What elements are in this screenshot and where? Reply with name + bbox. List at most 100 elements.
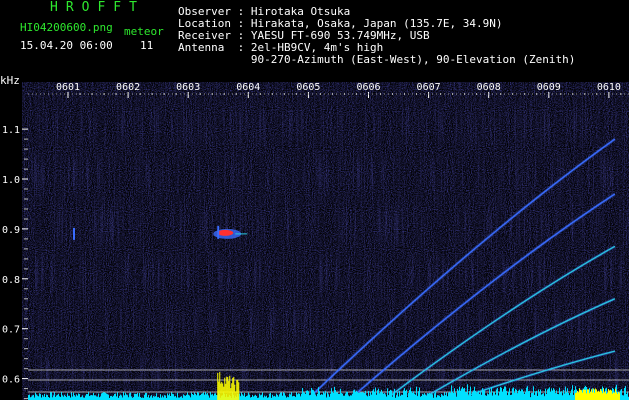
- power-bar: [297, 394, 298, 400]
- power-bar-peak: [612, 393, 613, 400]
- power-bar: [454, 388, 455, 400]
- power-bar: [354, 389, 355, 400]
- power-bar: [94, 395, 95, 400]
- power-bar: [165, 395, 166, 400]
- power-bar: [548, 388, 549, 400]
- power-bar: [78, 393, 79, 400]
- power-bar: [119, 395, 120, 400]
- power-bar: [195, 393, 196, 400]
- power-bar: [574, 390, 575, 400]
- y-axis-label: kHz: [0, 74, 20, 87]
- power-bar: [313, 390, 314, 400]
- power-bar: [525, 391, 526, 400]
- power-bar: [181, 396, 182, 400]
- power-bar: [291, 392, 292, 400]
- power-bar: [480, 391, 481, 400]
- power-bar: [380, 392, 381, 400]
- power-bar: [570, 392, 571, 400]
- power-bar-peak: [600, 389, 601, 400]
- power-bar: [120, 394, 121, 400]
- power-bar: [359, 392, 360, 400]
- power-bar: [389, 390, 390, 400]
- power-bar: [111, 395, 112, 400]
- power-bar: [335, 390, 336, 400]
- power-bar: [312, 389, 313, 400]
- power-bar: [623, 395, 624, 400]
- power-bar: [399, 390, 400, 400]
- power-bar: [439, 395, 440, 400]
- power-bar: [379, 393, 380, 400]
- power-bar: [54, 392, 55, 400]
- power-bar: [340, 388, 341, 400]
- power-bar: [28, 395, 29, 400]
- power-bar: [532, 392, 533, 400]
- power-bar: [413, 391, 414, 400]
- power-bar-peak: [589, 393, 590, 400]
- power-bar: [44, 393, 45, 400]
- power-bar: [484, 390, 485, 400]
- power-bar: [562, 395, 563, 400]
- power-bar: [36, 394, 37, 400]
- power-bar-peak: [227, 377, 229, 400]
- power-bar-peak: [615, 388, 616, 400]
- power-bar: [138, 396, 139, 400]
- power-bar: [515, 388, 516, 400]
- power-bar: [302, 387, 303, 400]
- power-bar: [322, 394, 323, 400]
- power-bar: [200, 395, 201, 400]
- power-bar: [491, 387, 492, 400]
- power-bar: [396, 395, 397, 400]
- power-bar: [361, 392, 362, 400]
- power-bar: [308, 391, 309, 400]
- power-bar: [352, 393, 353, 400]
- power-bar: [350, 395, 351, 400]
- power-bar: [151, 395, 152, 400]
- power-bar: [64, 394, 65, 400]
- power-bar: [362, 391, 363, 400]
- power-bar: [423, 394, 424, 400]
- power-bar: [542, 393, 543, 400]
- power-bar: [273, 396, 274, 400]
- power-bar: [283, 392, 284, 400]
- power-bar: [275, 396, 276, 400]
- power-bar: [460, 390, 461, 400]
- power-bar: [516, 389, 517, 400]
- power-bar: [337, 392, 338, 400]
- power-bar: [370, 392, 371, 400]
- power-bar: [311, 387, 312, 400]
- power-bar: [198, 392, 199, 400]
- power-bar: [624, 387, 625, 400]
- power-bar: [307, 390, 308, 400]
- power-bar: [98, 393, 99, 400]
- power-bar: [76, 394, 77, 400]
- power-bar-peak: [618, 391, 619, 400]
- power-bar: [339, 393, 340, 400]
- power-bar: [81, 396, 82, 400]
- y-tick-label: 0.6: [2, 375, 20, 386]
- power-bar: [213, 395, 214, 400]
- power-bar: [458, 390, 459, 400]
- power-bar: [626, 393, 627, 400]
- power-bar: [559, 387, 560, 400]
- power-bar: [139, 393, 140, 400]
- power-bar: [402, 394, 403, 400]
- power-bar: [260, 395, 261, 400]
- power-bar: [519, 389, 520, 400]
- power-bar: [304, 392, 305, 400]
- power-bar: [135, 393, 136, 400]
- power-bar: [521, 389, 522, 400]
- power-bar-peak: [220, 383, 222, 400]
- power-bar: [272, 394, 273, 400]
- power-bar: [541, 394, 542, 400]
- power-bar: [262, 392, 263, 400]
- power-bar: [281, 392, 282, 400]
- power-bar: [564, 393, 565, 400]
- power-bar: [204, 394, 205, 400]
- power-bar: [360, 392, 361, 400]
- power-bar: [167, 393, 168, 400]
- power-bar: [526, 387, 527, 400]
- power-bar: [173, 394, 174, 400]
- power-bar-peak: [219, 372, 221, 400]
- meteor-echo-core: [217, 229, 234, 236]
- power-bar: [537, 395, 538, 400]
